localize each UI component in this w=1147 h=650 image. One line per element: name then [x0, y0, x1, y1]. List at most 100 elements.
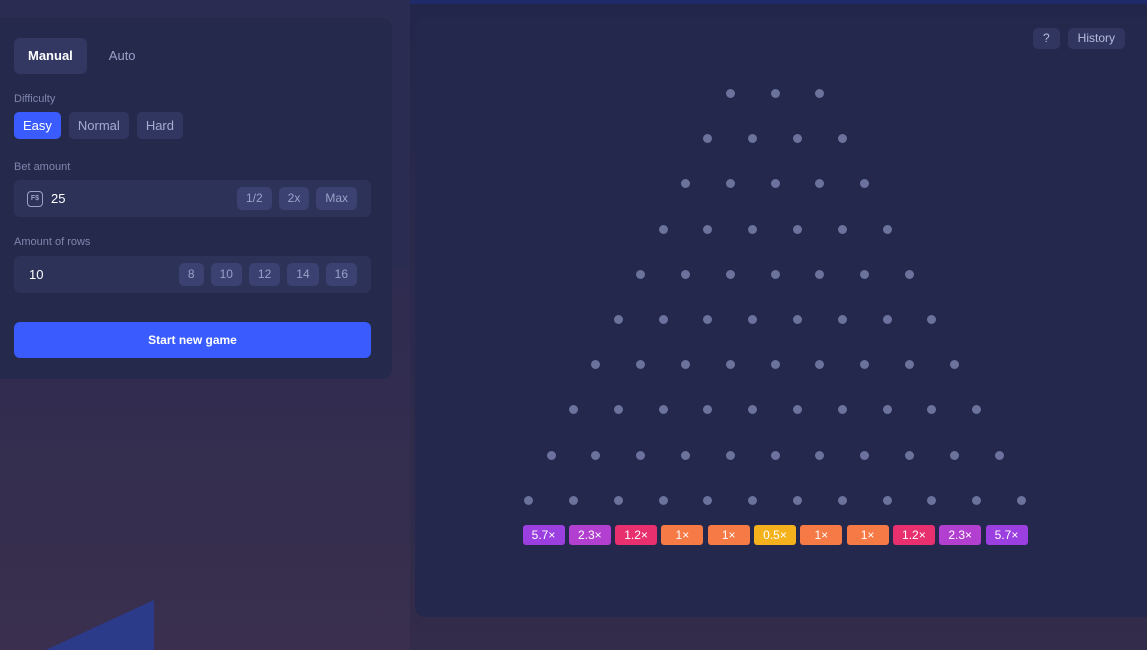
peg: [770, 450, 780, 460]
bet-amount-label: Bet amount: [14, 161, 71, 173]
peg: [658, 495, 668, 505]
peg: [860, 269, 870, 279]
multiplier-bucket: 1.2×: [615, 525, 658, 545]
peg: [949, 360, 959, 370]
peg: [546, 450, 556, 460]
peg: [748, 134, 758, 144]
mode-tabs: Manual Auto: [14, 38, 158, 74]
peg: [904, 360, 914, 370]
peg: [882, 224, 892, 234]
difficulty-normal-button[interactable]: Normal: [68, 112, 129, 139]
multiplier-bucket: 2.3×: [939, 525, 982, 545]
peg: [815, 89, 825, 98]
peg: [591, 450, 601, 460]
peg: [860, 360, 870, 370]
tab-manual[interactable]: Manual: [14, 38, 87, 74]
board-top-buttons: ? History: [1032, 28, 1125, 49]
peg: [680, 179, 690, 189]
peg: [680, 360, 690, 370]
help-button[interactable]: ?: [1032, 28, 1060, 49]
difficulty-label: Difficulty: [14, 93, 56, 105]
bet-amount-value[interactable]: 25: [51, 180, 65, 217]
peg: [703, 405, 713, 415]
multiplier-bucket: 1×: [707, 525, 750, 545]
peg: [770, 360, 780, 370]
peg: [748, 495, 758, 505]
peg: [591, 360, 601, 370]
coin-icon: F$: [27, 191, 43, 207]
start-new-game-button[interactable]: Start new game: [14, 322, 371, 358]
peg: [703, 495, 713, 505]
peg: [613, 405, 623, 415]
peg: [770, 89, 780, 98]
peg: [613, 315, 623, 324]
peg: [882, 495, 892, 505]
peg: [568, 495, 578, 505]
peg: [994, 450, 1004, 460]
peg: [725, 179, 735, 189]
peg: [837, 134, 847, 144]
peg: [725, 450, 735, 460]
peg: [748, 405, 758, 415]
peg: [837, 495, 847, 505]
bet-max-button[interactable]: Max: [316, 187, 357, 210]
rows-label: Amount of rows: [14, 236, 91, 248]
peg: [860, 179, 870, 189]
peg: [949, 450, 959, 460]
peg: [703, 315, 713, 324]
peg: [703, 134, 713, 144]
peg: [837, 315, 847, 324]
rows-16-button[interactable]: 16: [325, 263, 357, 286]
peg: [837, 405, 847, 415]
peg: [613, 495, 623, 505]
peg: [680, 269, 690, 279]
peg: [636, 450, 646, 460]
rows-8-button[interactable]: 8: [178, 263, 204, 286]
peg: [972, 495, 982, 505]
peg: [680, 450, 690, 460]
bet-half-button[interactable]: 1/2: [236, 187, 272, 210]
multiplier-bucket: 1×: [846, 525, 889, 545]
multiplier-bucket: 5.7×: [522, 525, 565, 545]
peg: [792, 315, 802, 324]
rows-value[interactable]: 10: [29, 256, 43, 293]
bet-double-button[interactable]: 2x: [278, 187, 310, 210]
peg: [882, 405, 892, 415]
peg: [815, 179, 825, 189]
peg: [770, 269, 780, 279]
peg: [927, 405, 937, 415]
multiplier-bucket: 1×: [661, 525, 704, 545]
control-panel: Manual Auto Difficulty Easy Normal Hard …: [0, 18, 392, 379]
peg: [748, 315, 758, 324]
rows-options: 8 10 12 14 16: [178, 263, 357, 286]
peg: [815, 450, 825, 460]
rows-14-button[interactable]: 14: [287, 263, 319, 286]
plinko-board: ? History 5.7× 2.3× 1.2× 1× 1× 0.5× 1× 1× 1.2× 2.…: [415, 17, 1147, 617]
tab-auto[interactable]: Auto: [87, 38, 158, 74]
multiplier-bucket: 5.7×: [985, 525, 1028, 545]
difficulty-hard-button[interactable]: Hard: [136, 112, 183, 139]
peg: [927, 495, 937, 505]
peg: [837, 224, 847, 234]
peg: [703, 224, 713, 234]
history-button[interactable]: History: [1067, 28, 1125, 49]
peg: [658, 405, 668, 415]
peg: [658, 315, 668, 324]
peg: [904, 450, 914, 460]
bet-amount-field[interactable]: F$ 25 1/2 2x Max: [14, 180, 371, 217]
difficulty-easy-button[interactable]: Easy: [14, 112, 61, 139]
rows-12-button[interactable]: 12: [248, 263, 281, 286]
peg: [725, 269, 735, 279]
peg: [636, 360, 646, 370]
peg: [524, 495, 534, 505]
peg: [792, 405, 802, 415]
rows-10-button[interactable]: 10: [210, 263, 242, 286]
rows-field[interactable]: 10 8 10 12 14 16: [14, 256, 371, 293]
peg: [904, 269, 914, 279]
peg: [1016, 495, 1026, 505]
multiplier-bucket: 0.5×: [754, 525, 796, 545]
peg: [770, 179, 780, 189]
peg: [860, 450, 870, 460]
peg: [725, 360, 735, 370]
multiplier-bucket: 2.3×: [568, 525, 611, 545]
